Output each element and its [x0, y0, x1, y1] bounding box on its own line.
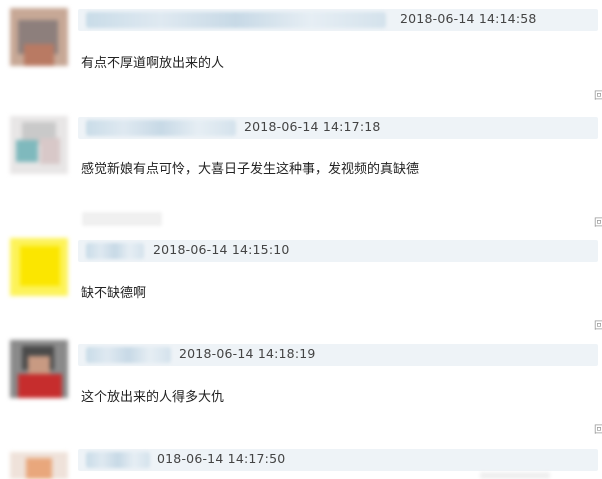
comment-text: 这个放出来的人得多大仇: [81, 390, 225, 405]
comment-timestamp: 2018-06-14 14:18:19: [179, 346, 316, 361]
comment-text: 感觉新娘有点可怜，大喜日子发生这种事，发视频的真缺德: [81, 162, 420, 177]
comment-meta: 018-06-14 14:17:50: [78, 449, 598, 471]
sub-meta: [82, 212, 162, 226]
sub-meta: [480, 472, 550, 479]
avatar[interactable]: [10, 116, 68, 174]
reply-button[interactable]: 回复: [594, 320, 602, 334]
comment-timestamp: 2018-06-14 14:17:18: [244, 119, 381, 134]
username[interactable]: [86, 347, 171, 363]
reply-button[interactable]: 回复: [594, 90, 602, 104]
comment-text: 缺不缺德啊: [81, 286, 147, 301]
comment-meta: 2018-06-14 14:15:10: [78, 240, 598, 262]
comment-timestamp: 2018-06-14 14:15:10: [153, 242, 290, 257]
avatar[interactable]: [10, 340, 68, 398]
comment-timestamp: 018-06-14 14:17:50: [157, 451, 286, 466]
username[interactable]: [86, 12, 386, 28]
comment-meta: 2018-06-14 14:14:58: [78, 9, 598, 31]
avatar[interactable]: [10, 238, 68, 296]
reply-button[interactable]: 回复: [594, 217, 602, 231]
avatar[interactable]: [10, 8, 68, 66]
reply-button[interactable]: 回复: [594, 424, 602, 438]
username[interactable]: [86, 120, 236, 136]
username[interactable]: [86, 452, 150, 468]
comment-timestamp: 2018-06-14 14:14:58: [400, 11, 537, 26]
avatar[interactable]: [10, 452, 68, 479]
comment-text: 有点不厚道啊放出来的人: [81, 56, 225, 71]
comment-meta: 2018-06-14 14:18:19: [78, 344, 598, 366]
username[interactable]: [86, 243, 144, 259]
comment-meta: 2018-06-14 14:17:18: [78, 117, 598, 139]
